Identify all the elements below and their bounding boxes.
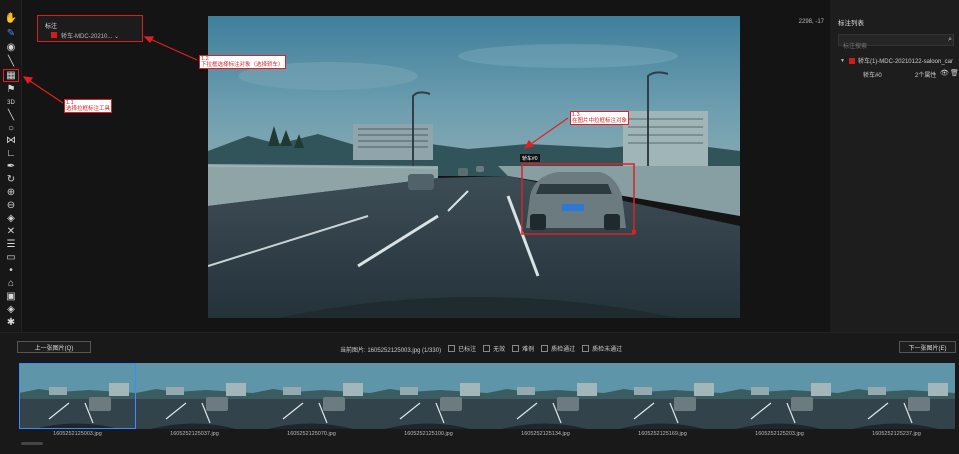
checkbox-box[interactable] bbox=[448, 345, 456, 352]
status-checkbox[interactable]: 难例 bbox=[512, 344, 534, 353]
thumbnail-strip bbox=[19, 363, 959, 429]
checkbox-label: 已标注 bbox=[458, 347, 477, 353]
status-checkbox[interactable]: 质检未通过 bbox=[582, 344, 622, 353]
thumbnail-filename: 1605252125003.jpg bbox=[53, 431, 102, 437]
thumbnail[interactable] bbox=[136, 363, 253, 429]
thumbnail-filename: 1605252125037.jpg bbox=[170, 431, 219, 437]
thumbnail-filename: 1605252125237.jpg bbox=[872, 431, 921, 437]
annotation-search[interactable]: ⌕ bbox=[838, 34, 954, 52]
item-label: 轿车#0 bbox=[863, 73, 882, 79]
status-checkbox[interactable]: 已标注 bbox=[448, 344, 476, 353]
status-checkbox[interactable]: 无效 bbox=[483, 344, 505, 353]
thumbnail-filename: 1605252125203.jpg bbox=[755, 431, 804, 437]
prev-image-button[interactable]: 上一张图片(Q) bbox=[17, 341, 91, 353]
item-attributes[interactable]: 2个属性 bbox=[915, 70, 936, 79]
checkbox-label: 难例 bbox=[522, 347, 535, 353]
status-checkbox[interactable]: 质检通过 bbox=[541, 344, 575, 353]
thumbnail[interactable] bbox=[19, 363, 136, 429]
group-label: 轿车(1)-MDC-20210122-saloon_car bbox=[857, 59, 953, 65]
thumbnail[interactable] bbox=[370, 363, 487, 429]
annotation-arrows bbox=[22, 36, 569, 149]
thumbnail[interactable] bbox=[604, 363, 721, 429]
search-input[interactable] bbox=[839, 42, 953, 52]
checkbox-box[interactable] bbox=[512, 345, 520, 352]
annotation-item[interactable]: 轿车#0 bbox=[863, 70, 882, 79]
checkbox-label: 无效 bbox=[493, 347, 506, 353]
bottom-bar: 上一张图片(Q) 当前图片: 1605252125003.jpg (1/330)… bbox=[0, 332, 959, 454]
next-image-button[interactable]: 下一张图片(E) bbox=[899, 341, 956, 353]
thumbnail-filename: 1605252125100.jpg bbox=[404, 431, 453, 437]
thumbnail-scrollbar[interactable] bbox=[21, 442, 43, 445]
annotation-list-panel: 标注列表 ⌕ ▼ 轿车(1)-MDC-20210122-saloon_car 轿… bbox=[830, 0, 959, 332]
thumbnail-filename: 1605252125070.jpg bbox=[287, 431, 336, 437]
eye-icon[interactable]: 👁 bbox=[940, 69, 949, 77]
group-color-swatch bbox=[848, 57, 855, 64]
thumbnail-filename: 1605252125134.jpg bbox=[521, 431, 570, 437]
annotation-app: ✋ ✎ ◉ ╲ ▦ ⚑ 3D ╲ ○ ⋈ ∟ ✒ ↻ ⊕ ⊖ ◈ ✕ ☰ ▭ • ⌂ ▣ ◈ ✱ bbox=[0, 0, 959, 454]
current-image-label: 当前图片: 1605252125003.jpg (1/330) bbox=[340, 347, 442, 354]
caret-down-icon[interactable]: ▼ bbox=[840, 58, 845, 64]
thumbnail-filename: 1605252125169.jpg bbox=[638, 431, 687, 437]
checkbox-label: 质检通过 bbox=[551, 347, 576, 353]
checkbox-label: 质检未通过 bbox=[592, 347, 623, 353]
delete-icon[interactable]: 🗑 bbox=[950, 69, 959, 77]
checkbox-box[interactable] bbox=[483, 345, 491, 352]
canvas-area[interactable]: 轿车#0 2298, -17 标注 轿车-MDC-20210... ⌄ 1.2 … bbox=[22, 0, 830, 332]
thumbnail[interactable] bbox=[253, 363, 370, 429]
thumbnail[interactable] bbox=[487, 363, 604, 429]
thumbnail[interactable] bbox=[838, 363, 955, 429]
checkbox-box[interactable] bbox=[541, 345, 549, 352]
search-icon[interactable]: ⌕ bbox=[948, 36, 952, 44]
checkbox-box[interactable] bbox=[582, 345, 590, 352]
panel-title: 标注列表 bbox=[838, 20, 864, 27]
thumbnail[interactable] bbox=[721, 363, 838, 429]
image-status: 当前图片: 1605252125003.jpg (1/330) 已标注 无效 难例 质… bbox=[340, 344, 622, 354]
annotation-group[interactable]: ▼ 轿车(1)-MDC-20210122-saloon_car bbox=[840, 56, 953, 65]
